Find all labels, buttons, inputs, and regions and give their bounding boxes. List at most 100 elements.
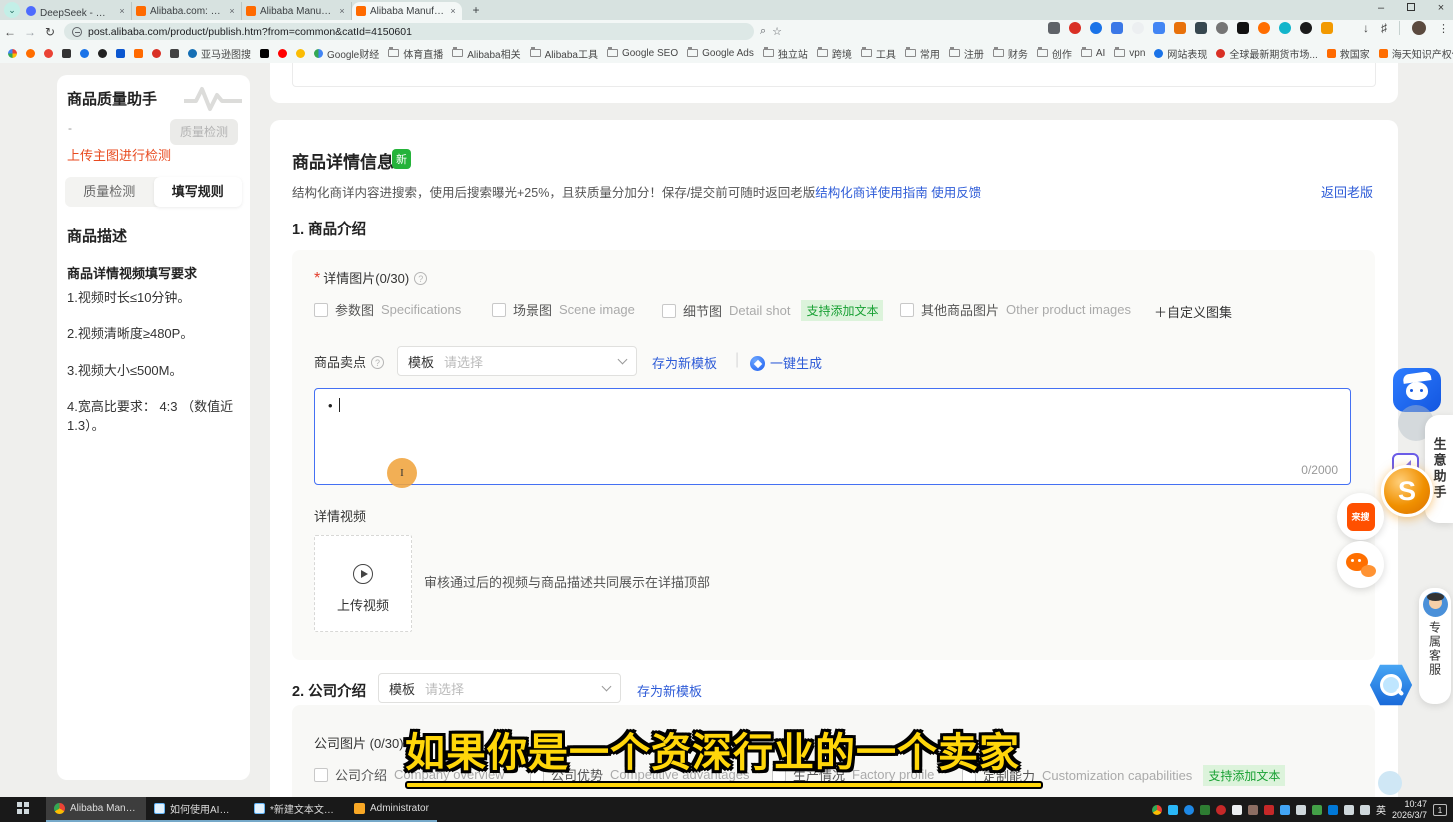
bookmark-favicon-icon[interactable] (80, 49, 89, 58)
custom-gallery-button[interactable]: ＋自定义图集 (1154, 302, 1232, 321)
feedback-link[interactable]: 使用反馈 (931, 186, 981, 200)
checkbox-icon[interactable] (314, 768, 328, 782)
tray-wechat-icon[interactable] (1200, 805, 1210, 815)
minimize-button[interactable] (1375, 2, 1387, 14)
extension-icon[interactable] (1216, 22, 1228, 34)
tray-chrome-icon[interactable] (1152, 805, 1162, 815)
start-button[interactable] (0, 801, 46, 819)
tab-close-icon[interactable] (448, 6, 458, 16)
checkbox-icon[interactable] (314, 303, 328, 317)
bookmark-favicon-icon[interactable] (134, 49, 143, 58)
close-button[interactable] (1435, 2, 1447, 14)
extension-icon[interactable] (1174, 22, 1186, 34)
template-select[interactable]: 模板 请选择 (397, 346, 637, 376)
save-template-link[interactable]: 存为新模板 (652, 353, 717, 372)
bookmark-folder[interactable]: vpn (1114, 48, 1145, 59)
address-bar[interactable]: post.alibaba.com/product/publish.htm?fro… (64, 23, 754, 40)
bookmark-folder[interactable]: 独立站 (763, 46, 808, 61)
bookmark-star-icon[interactable] (772, 25, 782, 38)
maximize-button[interactable] (1405, 2, 1417, 14)
browser-tab-deepseek[interactable]: DeepSeek - 探索未至之境 (22, 2, 132, 20)
reload-icon[interactable] (40, 25, 60, 39)
bookmark-favicon-icon[interactable] (62, 49, 71, 58)
bookmark-item[interactable]: 亚马逊图搜 (188, 46, 251, 61)
help-icon[interactable] (371, 356, 384, 369)
tray-phone-icon[interactable] (1296, 805, 1306, 815)
bookmark-favicon-icon[interactable] (296, 49, 305, 58)
tray-icon[interactable] (1264, 805, 1274, 815)
bookmark-folder[interactable]: Google Ads (687, 48, 754, 59)
zoom-icon[interactable] (760, 25, 766, 38)
tray-network-icon[interactable] (1344, 805, 1354, 815)
checkbox-icon[interactable] (662, 304, 676, 318)
guide-link[interactable]: 结构化商详使用指南 (815, 186, 928, 200)
checkbox-detail-shot[interactable]: 细节图 Detail shot 支持添加文本 (662, 300, 883, 321)
tab-fill-rules[interactable]: 填写规则 (154, 177, 243, 207)
extension-icon[interactable] (1195, 22, 1207, 34)
menu-kebab-icon[interactable] (1438, 22, 1449, 35)
browser-tab-active[interactable]: Alibaba Manufacturer Direct (352, 2, 462, 20)
bookmark-item[interactable]: 网站表现 (1154, 46, 1207, 61)
extension-icon[interactable] (1090, 22, 1102, 34)
bookmark-favicon-icon[interactable] (152, 49, 161, 58)
pin-icon[interactable]: ♯ (1381, 21, 1387, 35)
extension-icon[interactable] (1111, 22, 1123, 34)
taskbar-item-notepad-1[interactable]: 如何使用AI撰写产... (146, 797, 246, 822)
extension-icon[interactable] (1132, 22, 1144, 34)
site-settings-icon[interactable] (72, 27, 82, 37)
bookmark-favicon-icon[interactable] (26, 49, 35, 58)
extension-icon[interactable] (1153, 22, 1165, 34)
extension-icon[interactable] (1321, 22, 1333, 34)
bookmark-item[interactable]: Google财经 (314, 46, 379, 61)
bookmark-favicon-icon[interactable] (44, 49, 53, 58)
back-icon[interactable] (0, 25, 20, 39)
quality-check-button[interactable]: 质量检测 (170, 119, 238, 145)
tab-search-chevron-icon[interactable] (4, 2, 20, 18)
new-tab-button[interactable] (468, 2, 484, 18)
bookmark-favicon-icon[interactable] (278, 49, 287, 58)
bookmark-item[interactable]: 海天知识产权保护... (1379, 46, 1453, 61)
tray-icon[interactable] (1280, 805, 1290, 815)
profile-avatar[interactable] (1412, 21, 1426, 35)
extension-icon[interactable] (1237, 22, 1249, 34)
extension-icon[interactable] (1300, 22, 1312, 34)
upload-video-button[interactable]: 上传视频 (314, 535, 412, 632)
tray-icon[interactable] (1312, 805, 1322, 815)
notification-icon[interactable]: 1 (1433, 804, 1447, 816)
extension-icon[interactable] (1069, 22, 1081, 34)
save-company-template-link[interactable]: 存为新模板 (637, 681, 702, 700)
bookmark-favicon-icon[interactable] (116, 49, 125, 58)
bookmark-folder[interactable]: 工具 (861, 46, 896, 61)
tray-volume-icon[interactable] (1360, 805, 1370, 815)
taskbar-item-explorer[interactable]: Administrator (346, 797, 437, 822)
taskbar-item-chrome[interactable]: Alibaba Manufact... (46, 797, 146, 822)
skype-badge-icon[interactable]: S (1381, 465, 1433, 517)
tray-icon[interactable] (1216, 805, 1226, 815)
bookmark-folder[interactable]: Alibaba相关 (452, 46, 520, 61)
ime-indicator[interactable]: 英 (1376, 802, 1386, 817)
tray-icon[interactable] (1248, 805, 1258, 815)
bookmark-favicon-icon[interactable] (8, 49, 17, 58)
tab-close-icon[interactable] (227, 6, 237, 16)
extension-icon[interactable] (1258, 22, 1270, 34)
upload-main-image-link[interactable]: 上传主图进行检测 (67, 145, 171, 164)
tray-icon[interactable] (1168, 805, 1178, 815)
bookmark-folder[interactable]: 财务 (993, 46, 1028, 61)
bookmark-item[interactable]: 救国家 (1327, 46, 1370, 61)
bookmark-folder[interactable]: Google SEO (607, 48, 678, 59)
browser-tab-alibaba-1[interactable]: Alibaba.com: Manufacturers (132, 2, 242, 20)
tab-close-icon[interactable] (117, 6, 127, 16)
laisou-widget[interactable]: 来搜 (1337, 493, 1384, 540)
tray-shield-icon[interactable] (1184, 805, 1194, 815)
bookmark-favicon-icon[interactable] (260, 49, 269, 58)
business-assistant-panel[interactable]: 生意助手 (1425, 415, 1453, 523)
checkbox-icon[interactable] (900, 303, 914, 317)
bookmark-folder[interactable]: 注册 (949, 46, 984, 61)
tray-mic-icon[interactable] (1232, 805, 1242, 815)
extension-icon[interactable] (1048, 22, 1060, 34)
clock[interactable]: 10:47 2026/3/7 (1392, 799, 1427, 820)
bookmark-folder[interactable]: Alibaba工具 (530, 46, 598, 61)
bookmark-folder[interactable]: 常用 (905, 46, 940, 61)
bookmark-favicon-icon[interactable] (170, 49, 179, 58)
taskbar-item-notepad-2[interactable]: *新建文本文档 (2).t... (246, 797, 346, 822)
